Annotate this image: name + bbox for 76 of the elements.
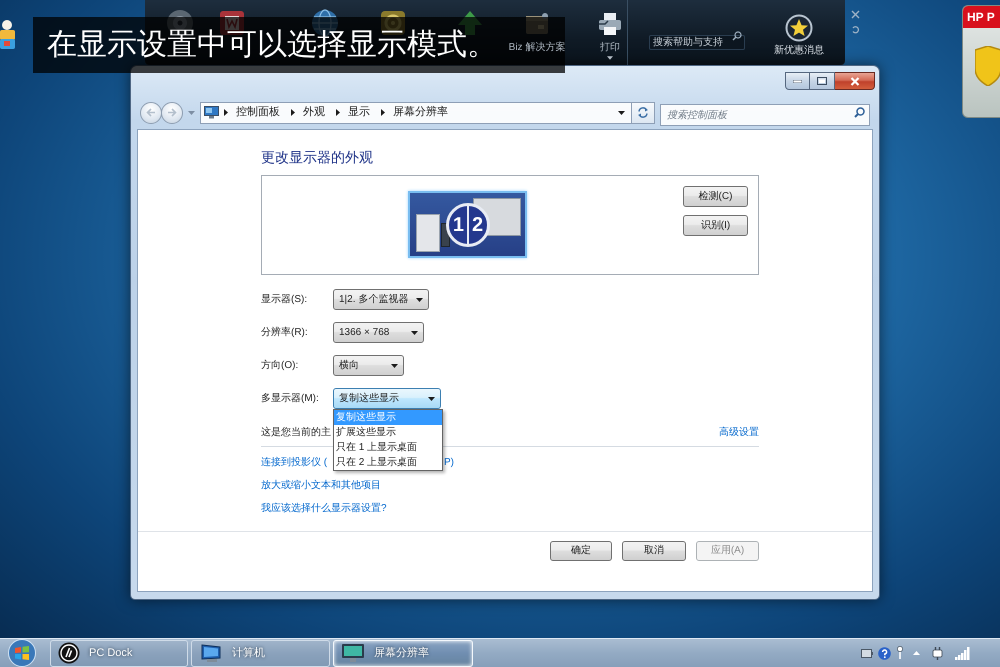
breadcrumb[interactable]: 外观 bbox=[303, 106, 325, 119]
shield-icon bbox=[975, 46, 1000, 86]
dock-label: 新优惠消息 bbox=[774, 45, 824, 57]
caret-icon bbox=[607, 56, 613, 60]
ok-button[interactable]: 确定 bbox=[550, 541, 612, 561]
address-bar[interactable]: 控制面板 外观 显示 屏幕分辨率 bbox=[200, 102, 632, 124]
rotate-icon[interactable] bbox=[851, 25, 860, 34]
caret-icon bbox=[391, 364, 398, 368]
cartoon-figure-icon[interactable] bbox=[0, 20, 16, 50]
identify-button[interactable]: 识别(I) bbox=[683, 215, 748, 236]
separator-arrow-icon[interactable] bbox=[336, 109, 340, 116]
breadcrumb[interactable]: 控制面板 bbox=[236, 106, 280, 119]
maximize-button[interactable] bbox=[810, 72, 835, 90]
caret-icon bbox=[618, 110, 625, 114]
back-button[interactable] bbox=[140, 102, 162, 124]
cancel-button[interactable]: 取消 bbox=[622, 541, 686, 561]
dropdown-option[interactable]: 扩展这些显示 bbox=[334, 425, 442, 440]
minimize-button[interactable] bbox=[785, 72, 810, 90]
back-arrow-icon bbox=[146, 108, 156, 117]
forward-button[interactable] bbox=[161, 102, 183, 124]
advanced-settings-link[interactable]: 高级设置 bbox=[719, 426, 759, 438]
help-search-field[interactable]: 搜索帮助与支持 bbox=[649, 35, 745, 50]
monitor-icon bbox=[204, 106, 219, 119]
caret-icon bbox=[416, 298, 423, 302]
dock-label: Biz 解决方案 bbox=[508, 42, 566, 54]
display-number: 1 bbox=[452, 214, 464, 236]
search-icon bbox=[854, 106, 865, 118]
separator-arrow-icon[interactable] bbox=[381, 109, 385, 116]
widget-title: HP P bbox=[963, 6, 1000, 28]
display-help-link[interactable]: 我应该选择什么显示器设置? bbox=[261, 501, 387, 516]
plug-icon[interactable] bbox=[931, 646, 944, 660]
field-label: 显示器(S): bbox=[261, 294, 308, 306]
display-number: 2 bbox=[472, 214, 484, 236]
battery-icon[interactable] bbox=[861, 648, 873, 658]
close-icon[interactable] bbox=[851, 10, 860, 19]
search-field[interactable]: 搜索控制面板 bbox=[660, 104, 870, 126]
section-heading: 更改显示器的外观 bbox=[261, 149, 373, 165]
printer-icon[interactable] bbox=[597, 12, 623, 36]
minimize-icon bbox=[793, 80, 802, 82]
refresh-icon bbox=[637, 107, 649, 118]
close-icon bbox=[850, 76, 860, 86]
field-label: 多显示器(M): bbox=[261, 392, 319, 404]
breadcrumb[interactable]: 屏幕分辨率 bbox=[393, 106, 448, 119]
pin-icon[interactable] bbox=[896, 646, 904, 660]
dropdown-select[interactable]: 复制这些显示 bbox=[333, 388, 441, 409]
field-label: 方向(O): bbox=[261, 360, 298, 372]
separator-arrow-icon[interactable] bbox=[291, 109, 295, 116]
separator-arrow-icon[interactable] bbox=[224, 109, 228, 116]
dropdown-option[interactable]: 只在 2 上显示桌面 bbox=[334, 455, 442, 470]
dropdown-select[interactable]: 1366 × 768 bbox=[333, 322, 424, 343]
breadcrumb[interactable]: 显示 bbox=[348, 106, 370, 119]
dropdown-select[interactable]: 横向 bbox=[333, 355, 404, 376]
start-icon[interactable] bbox=[7, 639, 37, 667]
maximize-icon bbox=[817, 77, 827, 85]
caret-icon bbox=[411, 330, 418, 334]
caret-icon bbox=[428, 396, 435, 400]
close-button[interactable] bbox=[835, 72, 875, 90]
field-label: 分辨率(R): bbox=[261, 326, 308, 338]
display-tile[interactable]: 1 2 bbox=[408, 191, 527, 258]
caret-icon bbox=[188, 110, 195, 114]
dropdown-option[interactable]: 只在 1 上显示桌面 bbox=[334, 440, 442, 455]
computer-icon bbox=[199, 643, 223, 663]
display-icon bbox=[341, 643, 365, 663]
logo-icon bbox=[58, 642, 80, 664]
help-icon[interactable] bbox=[878, 646, 891, 660]
projector-link[interactable]: 连接到投影仪 ( bbox=[261, 455, 328, 470]
primary-display-note: 这是您当前的主 bbox=[261, 426, 331, 438]
caption-text: 在显示设置中可以选择显示模式。 bbox=[47, 28, 497, 62]
projector-link[interactable]: P) bbox=[444, 455, 454, 470]
detect-button[interactable]: 检测(C) bbox=[683, 186, 748, 207]
refresh-button[interactable] bbox=[632, 102, 655, 124]
dock-label: 打印 bbox=[600, 42, 620, 54]
text-size-link[interactable]: 放大或缩小文本和其他项目 bbox=[261, 478, 381, 493]
dropdown-select[interactable]: 1|2. 多个监视器 bbox=[333, 289, 429, 310]
forward-arrow-icon bbox=[167, 108, 177, 117]
search-icon bbox=[732, 31, 742, 41]
